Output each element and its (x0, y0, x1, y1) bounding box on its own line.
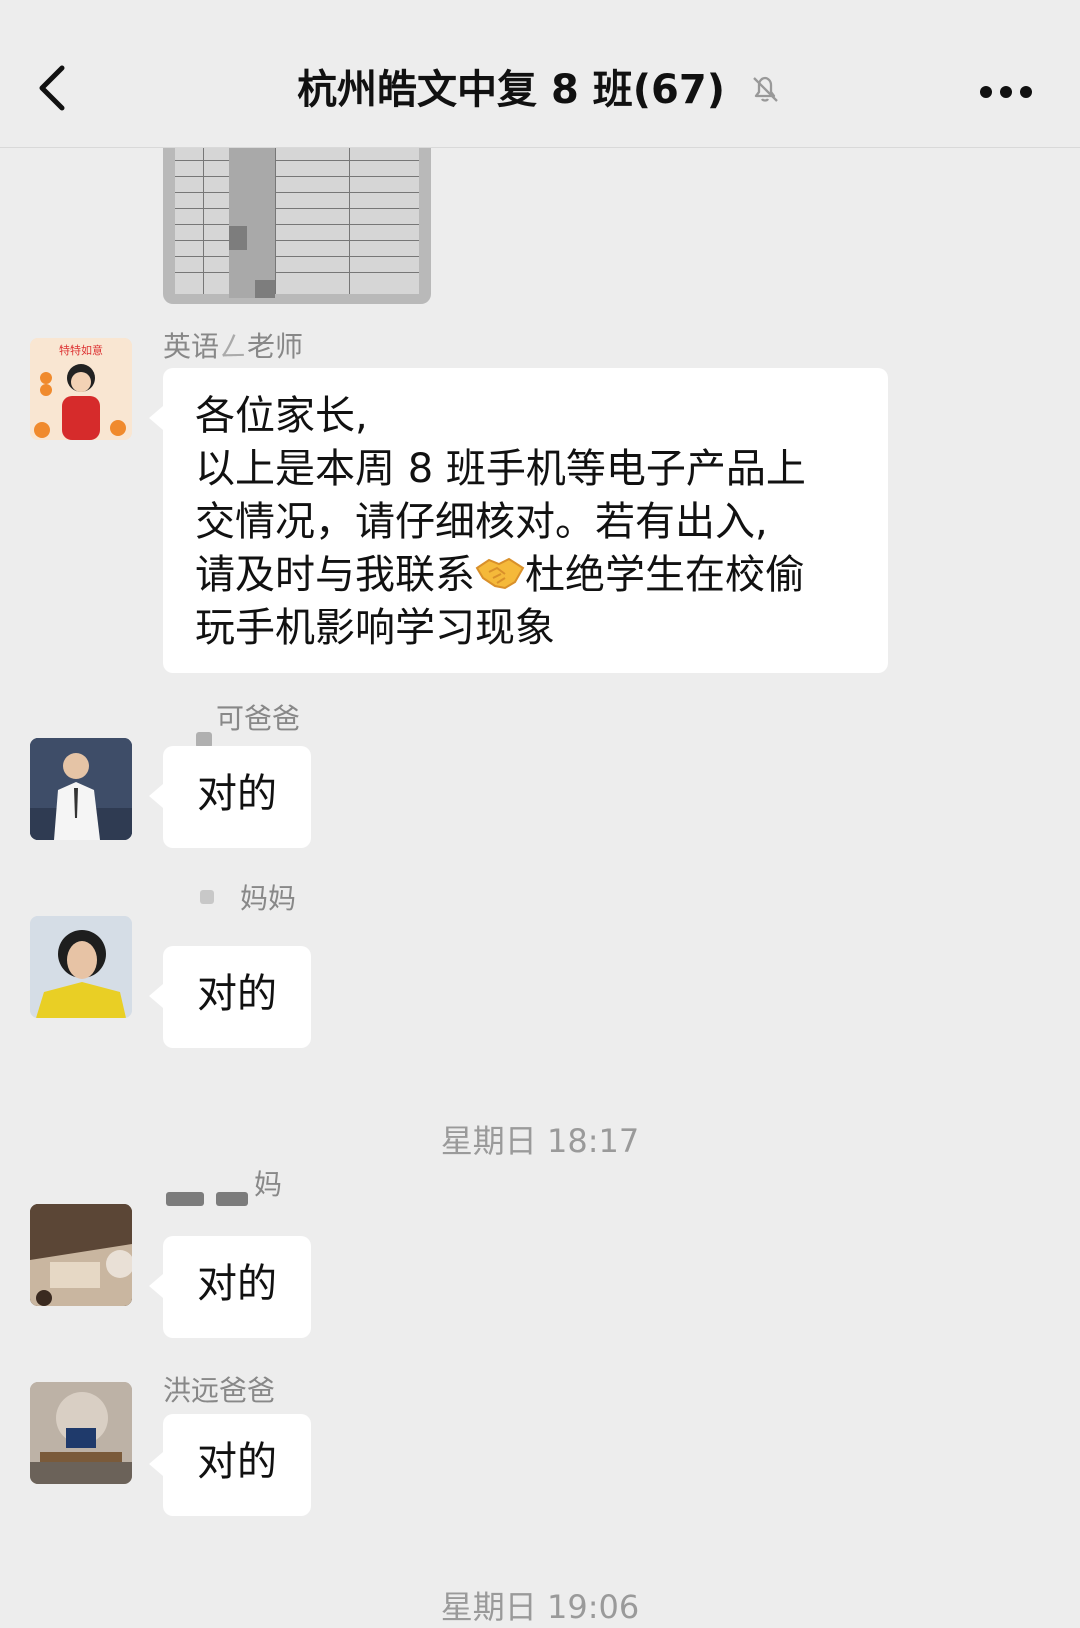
chat-header: 杭州皓文中复 8 班(67) (0, 0, 1080, 148)
sender-name: 可爸爸 (216, 702, 301, 735)
message-line: 交情况，请仔细核对。若有出入, (195, 499, 768, 545)
chat-title: 杭州皓文中复 8 班(67) (297, 67, 725, 113)
avatar[interactable] (30, 1204, 132, 1306)
blur-mosaic (229, 226, 247, 250)
blur-mosaic (229, 148, 275, 298)
message-bubble[interactable]: 对的 (149, 1236, 311, 1338)
message-line: 玩手机影响学习现象 (195, 605, 555, 651)
avatar-text: 特特如意 (59, 343, 103, 357)
sheet-col-line (203, 148, 204, 294)
sheet-col-line (349, 148, 350, 294)
sheet-row-line (175, 192, 419, 193)
message-bubble[interactable]: 对的 (149, 1414, 311, 1516)
avatar[interactable] (30, 738, 132, 840)
message-line: 以上是本周 8 班手机等电子产品上 (195, 446, 806, 492)
blur-mosaic (255, 280, 275, 298)
chat-title-wrap: 杭州皓文中复 8 班(67) (0, 62, 1080, 118)
message-bubble[interactable]: 对的 (149, 946, 311, 1048)
sender-name: 妈 (254, 1168, 283, 1201)
man-avatar-icon (30, 738, 132, 840)
sender-name: 洪远爸爸 (163, 1374, 276, 1407)
message-line: 各位家长, (195, 393, 368, 439)
avatar[interactable]: 特特如意 (30, 338, 132, 440)
room-avatar-icon (30, 1382, 132, 1484)
sheet-row-line (175, 224, 419, 225)
sheet-row-line (175, 272, 419, 273)
sheet-row-line (175, 256, 419, 257)
blurred-name (200, 890, 214, 904)
handshake-icon (475, 557, 525, 590)
sheet-row-line (175, 160, 419, 161)
message-bubble[interactable]: 各位家长, 以上是本周 8 班手机等电子产品上 交情况，请仔细核对。若有出入, … (149, 368, 888, 673)
avatar[interactable] (30, 1382, 132, 1484)
message-line-with-emoji: 请及时与我联系 杜绝学生在校偷 (195, 552, 805, 598)
timestamp: 星期日 18:17 (440, 1122, 640, 1160)
sheet-row-line (175, 208, 419, 209)
sheet-row-line (175, 176, 419, 177)
blurred-name (216, 1192, 248, 1206)
message-bubble[interactable]: 对的 (149, 746, 311, 848)
blurred-name (166, 1192, 204, 1206)
timestamp: 星期日 19:06 (440, 1588, 640, 1626)
avatar[interactable] (30, 916, 132, 1018)
sender-name: 妈妈 (240, 882, 297, 915)
sheet-row-line (175, 240, 419, 241)
bell-off-icon (753, 76, 778, 102)
woman-avatar-icon (30, 916, 132, 1018)
more-icon[interactable] (980, 82, 1060, 102)
attendance-sheet-image[interactable] (163, 148, 431, 304)
photo-avatar-icon (30, 1204, 132, 1306)
sheet-col-line (275, 148, 276, 294)
sender-name: 英语ㄥ老师 (163, 330, 304, 363)
teacher-avatar-icon: 特特如意 (30, 338, 132, 440)
